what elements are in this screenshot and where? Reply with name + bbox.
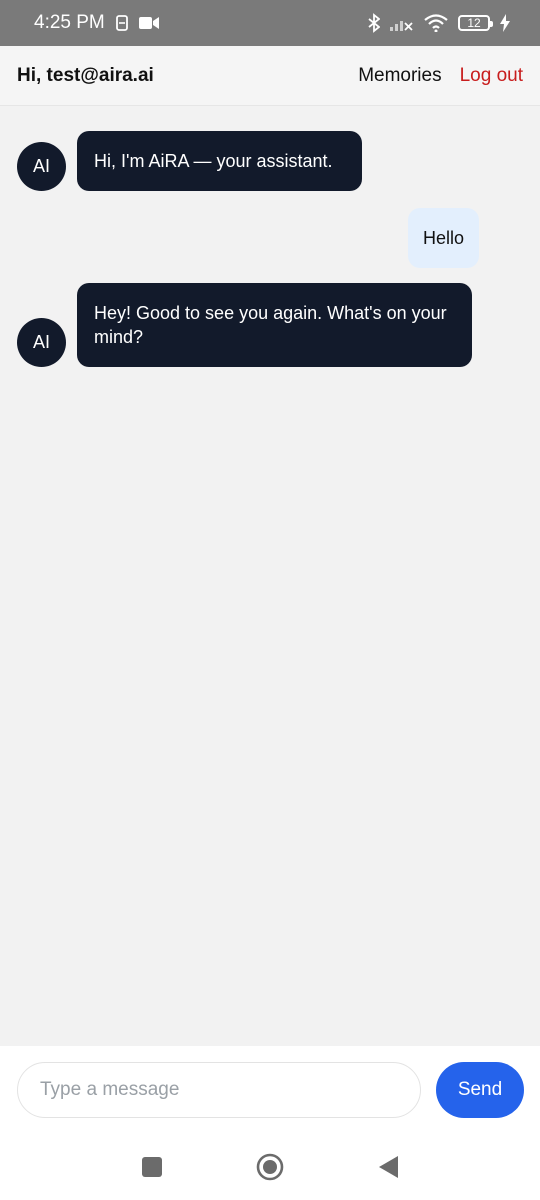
status-left: 4:25 PM [34, 12, 159, 34]
video-camera-icon [138, 16, 159, 30]
back-icon[interactable] [376, 1154, 400, 1180]
system-nav-bar [0, 1136, 540, 1200]
send-button[interactable]: Send [436, 1062, 524, 1118]
greeting-text: Hi, test@aira.ai [17, 64, 154, 86]
composer: Send [0, 1046, 540, 1136]
ai-message-bubble: Hey! Good to see you again. What's on yo… [77, 283, 472, 367]
battery-icon: 12 [458, 15, 493, 31]
user-message-bubble: Hello [407, 208, 479, 268]
battery-level: 12 [467, 16, 481, 30]
status-right: 12 [368, 13, 510, 33]
wifi-icon [424, 14, 448, 32]
signal-icon [390, 15, 414, 31]
status-time: 4:25 PM [34, 12, 105, 33]
charging-icon [500, 14, 510, 32]
memories-link[interactable]: Memories [358, 65, 441, 87]
app-header: Hi, test@aira.ai Memories Log out [0, 46, 540, 106]
message-input[interactable] [17, 1062, 421, 1118]
header-actions: Memories Log out [358, 65, 523, 87]
sim-icon [115, 15, 129, 31]
chat-thread: AI Hi, I'm AiRA — your assistant. Hello … [0, 106, 540, 1046]
recents-icon[interactable] [140, 1154, 164, 1180]
message-row-ai: AI Hey! Good to see you again. What's on… [0, 283, 540, 367]
bluetooth-icon [368, 13, 380, 33]
ai-message-bubble: Hi, I'm AiRA — your assistant. [77, 131, 362, 191]
ai-avatar: AI [17, 318, 66, 367]
ai-avatar: AI [17, 142, 66, 191]
message-row-user: Hello [0, 208, 540, 268]
message-row-ai: AI Hi, I'm AiRA — your assistant. [0, 131, 540, 191]
status-bar: 4:25 PM 12 [0, 0, 540, 46]
logout-link[interactable]: Log out [460, 65, 523, 87]
home-icon[interactable] [255, 1153, 285, 1181]
